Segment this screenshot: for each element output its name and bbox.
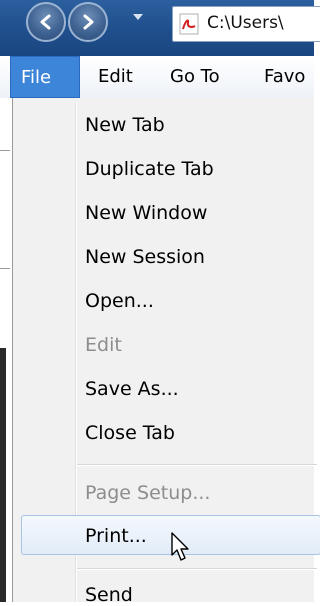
background-window-edge xyxy=(0,98,12,602)
menu-item-new-window[interactable]: New Window xyxy=(85,202,207,224)
forward-arrow-icon xyxy=(83,14,94,30)
history-dropdown-icon[interactable] xyxy=(133,14,143,20)
menu-go-to[interactable]: Go To xyxy=(170,56,220,98)
back-arrow-icon xyxy=(40,14,51,30)
back-button[interactable] xyxy=(26,2,66,42)
menu-separator xyxy=(77,568,317,570)
menu-item-print[interactable]: Print... xyxy=(85,525,147,547)
address-bar[interactable]: C:\Users\ xyxy=(172,6,320,42)
pdf-icon xyxy=(179,13,199,35)
menu-separator xyxy=(77,464,317,466)
menu-item-edit: Edit xyxy=(85,334,122,356)
menu-bar: File Edit Go To Favo xyxy=(0,56,314,99)
address-text: C:\Users\ xyxy=(207,13,284,33)
menu-file[interactable]: File xyxy=(10,56,80,98)
title-bar: C:\Users\ xyxy=(0,0,320,56)
menu-item-duplicate-tab[interactable]: Duplicate Tab xyxy=(85,158,214,180)
forward-button[interactable] xyxy=(68,2,108,42)
mouse-pointer-icon xyxy=(171,532,189,561)
menu-item-open[interactable]: Open... xyxy=(85,290,154,312)
menu-item-send[interactable]: Send xyxy=(85,584,133,606)
menu-edit[interactable]: Edit xyxy=(98,56,133,98)
menu-item-save-as[interactable]: Save As... xyxy=(85,378,179,400)
menu-item-new-session[interactable]: New Session xyxy=(85,246,205,268)
menu-item-close-tab[interactable]: Close Tab xyxy=(85,422,175,444)
menu-item-new-tab[interactable]: New Tab xyxy=(85,114,165,136)
file-menu: New Tab Duplicate Tab New Window New Ses… xyxy=(12,98,320,606)
menu-favorites[interactable]: Favo xyxy=(264,56,305,98)
menu-item-page-setup: Page Setup... xyxy=(85,482,211,504)
